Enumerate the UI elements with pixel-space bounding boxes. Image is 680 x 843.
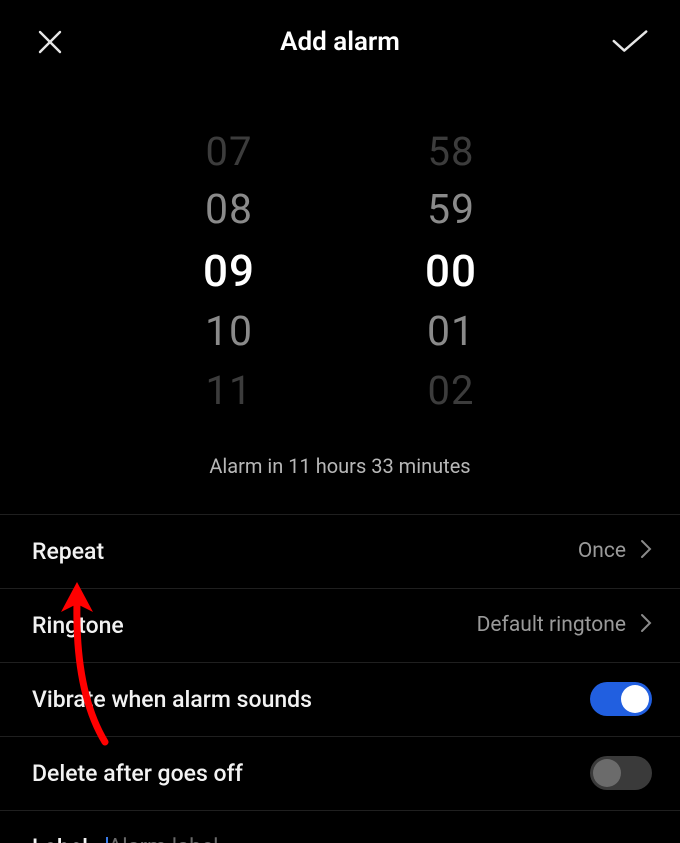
settings-list: Repeat Once Ringtone Default ringtone Vi… xyxy=(0,514,680,843)
delete-toggle[interactable] xyxy=(590,756,652,790)
ringtone-value: Default ringtone xyxy=(477,613,626,637)
toggle-knob xyxy=(621,685,649,713)
hour-option[interactable]: 10 xyxy=(205,309,253,356)
repeat-label: Repeat xyxy=(32,538,104,565)
chevron-right-icon xyxy=(640,613,652,637)
ringtone-label: Ringtone xyxy=(32,612,124,639)
ringtone-right: Default ringtone xyxy=(477,613,652,637)
repeat-value: Once xyxy=(578,539,626,563)
time-picker: 07 08 09 10 11 58 59 00 01 02 xyxy=(0,129,680,414)
text-caret xyxy=(106,837,108,843)
header: Add alarm xyxy=(0,0,680,74)
label-row-title: Label xyxy=(32,834,88,843)
label-row: Label Alarm label xyxy=(0,811,680,843)
alarm-label-placeholder: Alarm label xyxy=(108,835,219,843)
confirm-button[interactable] xyxy=(610,22,650,62)
check-icon xyxy=(610,27,650,57)
ringtone-row[interactable]: Ringtone Default ringtone xyxy=(0,589,680,663)
hour-option[interactable]: 11 xyxy=(206,368,253,414)
minute-wheel[interactable]: 58 59 00 01 02 xyxy=(425,129,477,414)
close-icon xyxy=(35,27,65,57)
hour-selected[interactable]: 09 xyxy=(203,246,255,297)
chevron-right-icon xyxy=(640,539,652,563)
vibrate-row: Vibrate when alarm sounds xyxy=(0,663,680,737)
repeat-row[interactable]: Repeat Once xyxy=(0,515,680,589)
page-title: Add alarm xyxy=(280,27,400,57)
vibrate-label: Vibrate when alarm sounds xyxy=(32,686,312,713)
alarm-label-input[interactable]: Alarm label xyxy=(108,835,652,843)
repeat-right: Once xyxy=(578,539,652,563)
hour-option[interactable]: 08 xyxy=(205,187,253,234)
countdown-text: Alarm in 11 hours 33 minutes xyxy=(0,454,680,478)
minute-option[interactable]: 01 xyxy=(427,309,475,356)
toggle-knob xyxy=(593,759,621,787)
minute-selected[interactable]: 00 xyxy=(425,246,477,297)
close-button[interactable] xyxy=(30,22,70,62)
hour-option[interactable]: 07 xyxy=(206,129,253,175)
minute-option[interactable]: 59 xyxy=(427,187,475,234)
vibrate-toggle[interactable] xyxy=(590,682,652,716)
delete-row: Delete after goes off xyxy=(0,737,680,811)
minute-option[interactable]: 58 xyxy=(428,129,475,175)
delete-label: Delete after goes off xyxy=(32,760,243,787)
minute-option[interactable]: 02 xyxy=(428,368,475,414)
hour-wheel[interactable]: 07 08 09 10 11 xyxy=(203,129,255,414)
